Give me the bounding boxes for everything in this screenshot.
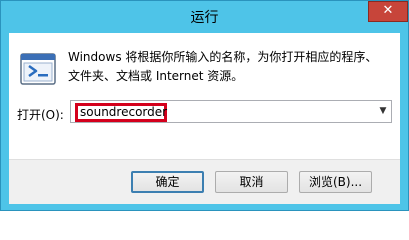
run-dialog: 运行 ✕ Windows 将根据你所输入的名称，为你打开相应的程序、文件夹、文档… xyxy=(0,0,409,211)
button-bar: 确定 取消 浏览(B)... xyxy=(9,159,400,204)
open-combobox[interactable]: soundrecorder ▼ xyxy=(70,100,392,123)
cancel-button[interactable]: 取消 xyxy=(215,171,288,193)
title-bar[interactable]: 运行 ✕ xyxy=(1,1,408,33)
run-icon xyxy=(20,53,56,85)
open-input[interactable]: soundrecorder xyxy=(75,103,167,122)
ok-button[interactable]: 确定 xyxy=(131,171,204,193)
dialog-body: Windows 将根据你所输入的名称，为你打开相应的程序、文件夹、文档或 Int… xyxy=(9,33,400,204)
chevron-down-icon[interactable]: ▼ xyxy=(377,104,389,119)
close-icon: ✕ xyxy=(382,3,394,18)
close-button[interactable]: ✕ xyxy=(368,1,408,22)
window-title: 运行 xyxy=(190,10,219,26)
open-label: 打开(O): xyxy=(17,108,64,122)
description-text: Windows 将根据你所输入的名称，为你打开相应的程序、文件夹、文档或 Int… xyxy=(68,50,378,83)
browse-button[interactable]: 浏览(B)... xyxy=(299,171,372,193)
